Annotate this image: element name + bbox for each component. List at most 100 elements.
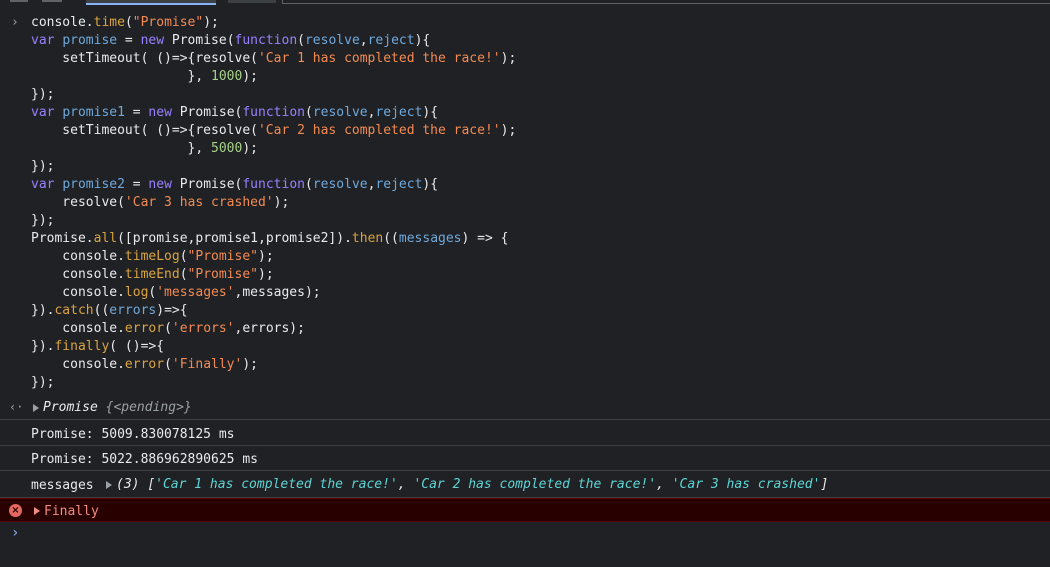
- code-token: ,messages);: [234, 285, 321, 300]
- code-token: );: [258, 249, 274, 264]
- array-close-bracket: ]: [820, 477, 829, 492]
- tab-strip-segment[interactable]: [228, 0, 276, 3]
- code-line: Promise.all([promise,promise1,promise2])…: [31, 230, 516, 248]
- code-token: error: [124, 321, 165, 336]
- code-token: reject: [375, 105, 423, 120]
- code-token: all: [93, 231, 118, 246]
- code-token: );: [242, 357, 258, 372]
- active-tab-segment[interactable]: [86, 0, 216, 5]
- tab-strip-segment[interactable]: [10, 0, 28, 2]
- code-line: console.timeEnd("Promise");: [31, 266, 516, 284]
- code-token: time: [93, 15, 125, 30]
- code-token: );: [203, 15, 219, 30]
- code-token: messages: [398, 231, 462, 246]
- console-error-row: × Finally: [0, 498, 1050, 522]
- result-arrow-icon: ‹·: [9, 400, 24, 414]
- messages-array[interactable]: (3) ['Car 1 has completed the race!', 'C…: [106, 477, 828, 492]
- code-token: console.: [31, 357, 125, 372]
- array-separator: ,: [397, 477, 414, 492]
- code-token: 1000: [211, 69, 243, 84]
- code-token: "Promise": [187, 267, 258, 282]
- code-line: resolve('Car 3 has crashed');: [31, 194, 516, 212]
- code-token: errors: [109, 303, 157, 318]
- code-line: var promise1 = new Promise(function(reso…: [31, 104, 516, 122]
- console-log-row: Promise: 5009.830078125 ms: [0, 421, 1050, 446]
- code-line: var promise = new Promise(function(resol…: [31, 32, 516, 50]
- code-token: console.: [31, 15, 94, 30]
- code-token: ){: [414, 33, 431, 48]
- code-token: error: [124, 357, 165, 372]
- array-item: 'Car 3 has crashed': [671, 477, 821, 492]
- code-token: promise1: [62, 105, 125, 120]
- tab-strip-segment[interactable]: [42, 0, 62, 2]
- code-token: resolve: [312, 177, 368, 192]
- code-token: (: [304, 177, 313, 192]
- code-token: var: [31, 33, 63, 48]
- code-token: }).: [31, 303, 55, 318]
- promise-result[interactable]: Promise {<pending>}: [33, 400, 192, 415]
- code-token: (: [179, 267, 188, 282]
- code-line: });: [31, 212, 516, 230]
- code-token: );: [258, 267, 274, 282]
- code-line: var promise2 = new Promise(function(reso…: [31, 176, 516, 194]
- code-token: var: [31, 177, 63, 192]
- prompt-chevron-icon: ›: [11, 525, 20, 541]
- code-line: }).catch((errors)=>{: [31, 302, 516, 320]
- code-token: timeEnd: [124, 267, 180, 282]
- code-token: console.: [31, 267, 125, 282]
- code-token: function: [242, 177, 305, 192]
- code-token: );: [242, 69, 258, 84]
- code-token: =: [124, 177, 149, 192]
- code-line: console.error('Finally');: [31, 356, 516, 374]
- code-token: finally: [54, 339, 110, 354]
- code-token: (: [297, 33, 305, 48]
- code-token: resolve(: [31, 195, 125, 210]
- code-token: console.: [31, 285, 125, 300]
- expand-triangle-icon[interactable]: [33, 403, 39, 412]
- code-token: "Promise": [187, 249, 258, 264]
- expand-triangle-icon[interactable]: [106, 480, 112, 489]
- code-line: setTimeout( ()=>{resolve('Car 2 has comp…: [31, 122, 516, 140]
- code-line: }, 1000);: [31, 68, 516, 86]
- messages-label: messages: [31, 478, 94, 493]
- code-token: var: [31, 105, 63, 120]
- devtools-tab-strip: [0, 0, 1050, 5]
- code-token: ( ()=>{: [109, 339, 165, 354]
- code-line: console.timeLog("Promise");: [31, 248, 516, 266]
- timeend-message: Promise: 5022.886962890625 ms: [31, 452, 258, 467]
- code-token: 'Finally': [171, 357, 243, 372]
- code-token: });: [31, 87, 55, 102]
- expand-triangle-icon[interactable]: [34, 507, 40, 515]
- code-line: });: [31, 86, 516, 104]
- code-token: ((: [93, 303, 110, 318]
- code-token: },: [31, 69, 212, 84]
- code-token: 'Car 3 has crashed': [124, 195, 274, 210]
- code-token: "Promise": [132, 15, 204, 30]
- code-token: ) => {: [461, 231, 509, 246]
- code-token: ){: [422, 105, 439, 120]
- code-token: reject: [375, 177, 423, 192]
- code-token: });: [31, 159, 55, 174]
- code-token: 'Car 1 has completed the race!': [257, 51, 501, 66]
- code-token: (: [164, 357, 172, 372]
- error-message[interactable]: Finally: [44, 504, 99, 519]
- code-line: });: [31, 158, 516, 176]
- code-token: reject: [367, 33, 415, 48]
- console-log-row: Promise: 5022.886962890625 ms: [0, 446, 1050, 471]
- code-token: function: [234, 33, 298, 48]
- code-line: console.log('messages',messages);: [31, 284, 516, 302]
- code-token: Promise(: [179, 177, 243, 192]
- console-prompt-row[interactable]: ›: [0, 523, 1050, 547]
- code-token: resolve: [312, 105, 368, 120]
- code-token: timeLog: [124, 249, 180, 264]
- code-token: ,errors);: [234, 321, 305, 336]
- code-token: function: [242, 105, 305, 120]
- code-token: new: [140, 33, 172, 48]
- timelog-message: Promise: 5009.830078125 ms: [31, 427, 235, 442]
- code-token: },: [31, 141, 212, 156]
- result-state: {<pending>}: [105, 400, 192, 415]
- code-token: });: [31, 213, 55, 228]
- code-block[interactable]: console.time("Promise"); var promise = ne…: [31, 14, 516, 392]
- code-token: (: [124, 15, 133, 30]
- code-token: ){: [422, 177, 439, 192]
